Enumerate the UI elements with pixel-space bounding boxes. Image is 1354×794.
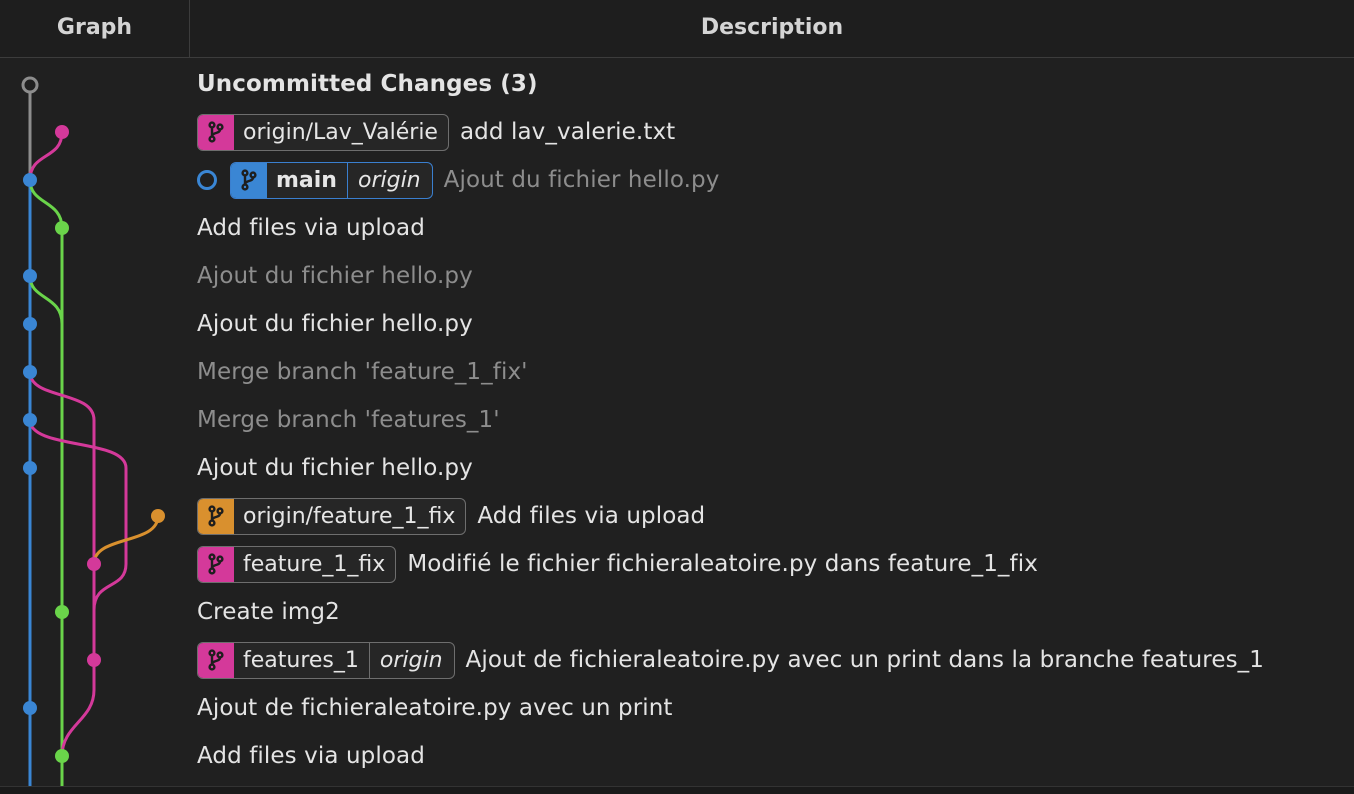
graph-node	[87, 557, 101, 571]
branch-ref-name: feature_1_fix	[243, 551, 386, 577]
branch-ref-name: origin/feature_1_fix	[243, 503, 456, 529]
graph-edge-green-3	[28, 274, 64, 326]
commit-row[interactable]: origin/feature_1_fix Add files via uploa…	[197, 492, 705, 540]
graph-node	[55, 605, 69, 619]
bottom-divider	[0, 786, 1354, 794]
commit-row[interactable]: Add files via upload	[197, 732, 425, 780]
graph-node	[23, 413, 37, 427]
graph-node	[87, 653, 101, 667]
commit-message: Add files via upload	[477, 503, 706, 529]
branch-icon	[198, 642, 234, 678]
commit-row[interactable]: features_1 origin Ajout de fichieraleato…	[197, 636, 1264, 684]
commit-message: add lav_valerie.txt	[459, 119, 676, 145]
commit-row-head[interactable]: main origin Ajout du fichier hello.py	[197, 156, 719, 204]
commit-row[interactable]: origin/Lav_Valérie add lav_valerie.txt	[197, 108, 675, 156]
graph-node	[23, 317, 37, 331]
branch-icon	[198, 114, 234, 150]
git-graph-window: Graph Description Uncommitted Changes (3…	[0, 0, 1354, 794]
graph-node	[23, 701, 37, 715]
branch-ref-label[interactable]: origin/feature_1_fix	[197, 497, 467, 535]
graph-node-uncommitted	[21, 76, 39, 94]
graph-node	[23, 269, 37, 283]
description-column-header[interactable]: Description	[190, 0, 1354, 57]
graph-node	[55, 125, 69, 139]
commit-row[interactable]: feature_1_fix Modifié le fichier fichier…	[197, 540, 1038, 588]
commit-message: Modifié le fichier fichieraleatoire.py d…	[407, 551, 1038, 577]
branch-ref-label[interactable]: features_1 origin	[197, 641, 455, 679]
commit-row[interactable]: Merge branch 'features_1'	[197, 396, 500, 444]
head-indicator-icon	[197, 170, 217, 190]
branch-ref-label[interactable]: main origin	[230, 161, 433, 199]
branch-icon	[231, 162, 267, 198]
graph-node	[55, 221, 69, 235]
commit-message: Merge branch 'features_1'	[197, 407, 500, 433]
branch-ref-remote: origin	[368, 642, 454, 678]
commit-row[interactable]: Add files via upload	[197, 204, 425, 252]
commit-message: Ajout du fichier hello.py	[197, 455, 473, 481]
branch-ref-name: origin/Lav_Valérie	[243, 119, 438, 145]
commit-graph	[21, 76, 165, 792]
graph-node	[151, 509, 165, 523]
commit-message: Add files via upload	[197, 215, 425, 241]
commit-message: Ajout du fichier hello.py	[197, 311, 473, 337]
commit-message: Uncommitted Changes (3)	[197, 71, 538, 97]
graph-node	[55, 749, 69, 763]
commit-message: Add files via upload	[197, 743, 425, 769]
branch-ref-name: features_1	[243, 647, 359, 673]
branch-ref-label[interactable]: origin/Lav_Valérie	[197, 113, 449, 151]
commit-row[interactable]: Ajout du fichier hello.py	[197, 252, 473, 300]
branch-icon	[198, 546, 234, 582]
branch-icon	[198, 498, 234, 534]
graph-edge-lav-valerie	[28, 130, 64, 182]
commit-row[interactable]: Ajout de fichieraleatoire.py avec un pri…	[197, 684, 673, 732]
branch-ref-label[interactable]: feature_1_fix	[197, 545, 397, 583]
branch-ref-remote: origin	[346, 162, 432, 198]
commit-row-uncommitted[interactable]: Uncommitted Changes (3)	[197, 60, 538, 108]
commit-message: Ajout de fichieraleatoire.py avec un pri…	[465, 647, 1264, 673]
graph-node-head	[23, 173, 37, 187]
commit-row[interactable]: Merge branch 'feature_1_fix'	[197, 348, 528, 396]
graph-edge-green-1	[28, 178, 64, 230]
commit-message: Ajout du fichier hello.py	[197, 263, 473, 289]
column-header-bar: Graph Description	[0, 0, 1354, 58]
commit-message: Merge branch 'feature_1_fix'	[197, 359, 528, 385]
graph-node	[23, 365, 37, 379]
commit-row[interactable]: Ajout du fichier hello.py	[197, 300, 473, 348]
commit-row[interactable]: Ajout du fichier hello.py	[197, 444, 473, 492]
commit-message: Ajout du fichier hello.py	[443, 167, 720, 193]
commit-row[interactable]: Create img2	[197, 588, 340, 636]
graph-edge-features-1	[28, 418, 128, 662]
commit-message: Ajout de fichieraleatoire.py avec un pri…	[197, 695, 673, 721]
branch-ref-name: main	[276, 167, 337, 193]
commit-message: Create img2	[197, 599, 340, 625]
graph-node	[23, 461, 37, 475]
